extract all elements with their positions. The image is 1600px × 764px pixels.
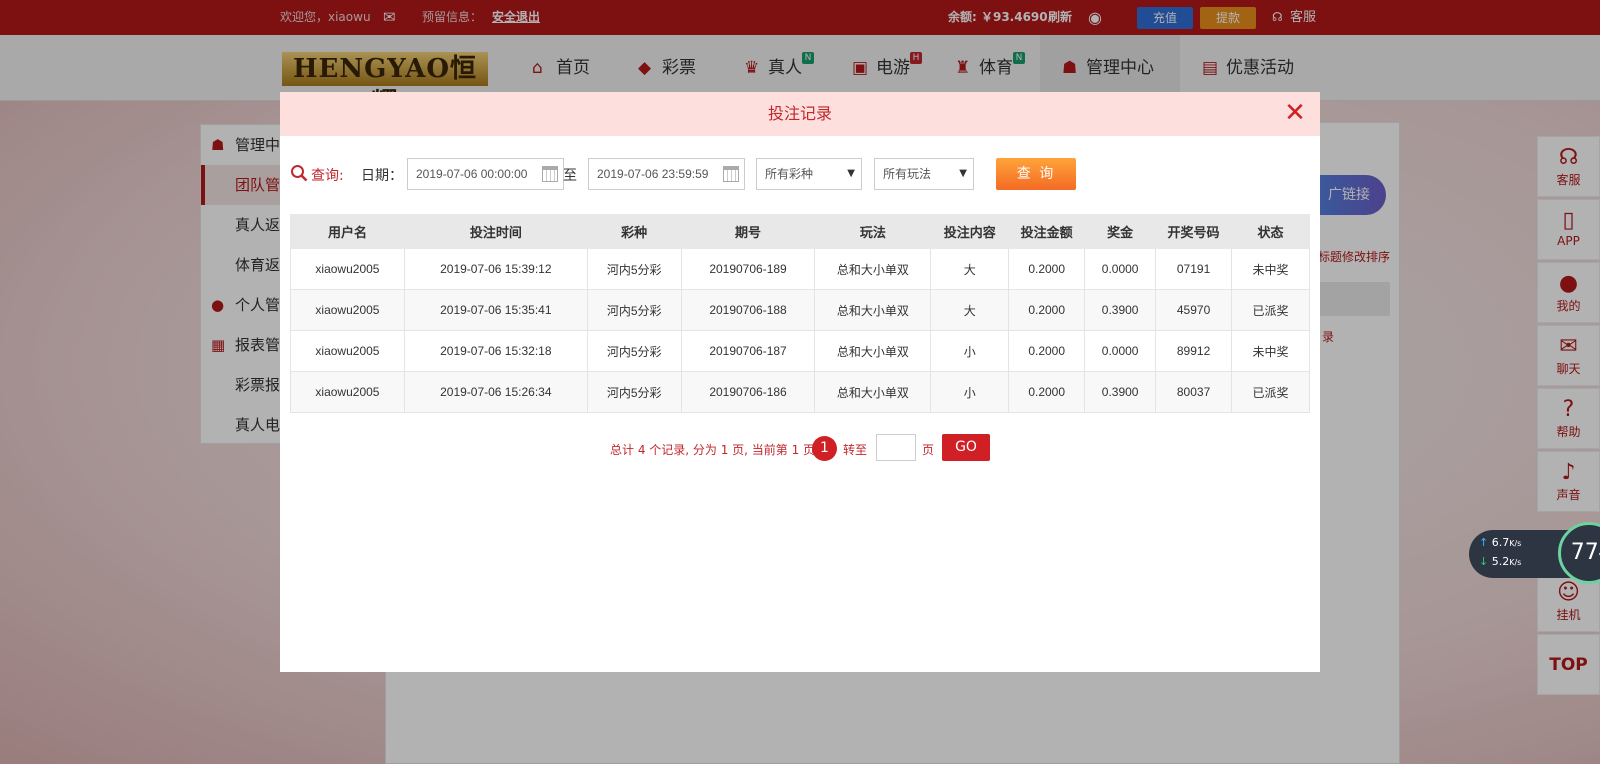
- status-badge: 已派奖: [1231, 289, 1310, 331]
- table-header-row: 用户名 投注时间 彩种 期号 玩法 投注内容 投注金额 奖金 开奖号码 状态: [290, 214, 1310, 249]
- table-row[interactable]: xiaowu2005 2019-07-06 15:35:41 河内5分彩 201907…: [290, 289, 1310, 331]
- page-1-button[interactable]: 1: [812, 436, 837, 461]
- go-button[interactable]: GO: [942, 434, 990, 461]
- table-row[interactable]: xiaowu2005 2019-07-06 15:39:12 河内5分彩 201907…: [290, 248, 1310, 290]
- modal-header: 投注记录 ✕: [280, 92, 1320, 136]
- date-from-input[interactable]: 2019-07-06 00:00:00: [407, 158, 564, 190]
- download-speed: 5.2: [1491, 555, 1510, 568]
- page-number-input[interactable]: [876, 434, 916, 461]
- calendar-icon[interactable]: [542, 166, 558, 182]
- dropdown-arrow-icon: ▼: [847, 168, 855, 179]
- upload-arrow-icon: ↑: [1479, 536, 1489, 549]
- to-label: 至: [563, 168, 577, 184]
- col-issue: 期号: [680, 214, 816, 249]
- col-username: 用户名: [290, 214, 405, 249]
- col-bet-amount: 投注金额: [1008, 214, 1086, 249]
- pagination: 总计 4 个记录, 分为 1 页, 当前第 1 页 1 转至 页 GO: [280, 434, 1320, 462]
- date-to-input[interactable]: 2019-07-06 23:59:59: [588, 158, 745, 190]
- col-play: 玩法: [814, 214, 932, 249]
- col-bet-time: 投注时间: [403, 214, 588, 249]
- dropdown-arrow-icon: ▼: [959, 168, 967, 179]
- table-row[interactable]: xiaowu2005 2019-07-06 15:32:18 河内5分彩 201907…: [290, 330, 1310, 372]
- col-prize: 奖金: [1084, 214, 1157, 249]
- close-icon[interactable]: ✕: [1282, 100, 1308, 126]
- col-bet-content: 投注内容: [930, 214, 1010, 249]
- status-badge: 未中奖: [1231, 330, 1310, 372]
- query-label: 查询:: [311, 168, 344, 184]
- col-status: 状态: [1231, 214, 1310, 249]
- table-row[interactable]: xiaowu2005 2019-07-06 15:26:34 河内5分彩 201907…: [290, 371, 1310, 413]
- date-label: 日期：: [361, 168, 403, 184]
- goto-label: 转至: [843, 443, 868, 457]
- upload-speed: 6.7: [1491, 536, 1510, 549]
- bet-records-modal: 投注记录 ✕ 查询: 日期： 2019-07-06 00:00:00 至 201…: [280, 92, 1320, 672]
- download-arrow-icon: ↓: [1479, 555, 1489, 568]
- col-lottery: 彩种: [586, 214, 682, 249]
- page-suffix: 页: [922, 443, 935, 457]
- query-button[interactable]: 查 询: [996, 158, 1076, 190]
- query-bar: 查询: 日期： 2019-07-06 00:00:00 至 2019-07-06…: [290, 158, 1310, 190]
- play-type-select[interactable]: 所有玩法 ▼: [874, 158, 974, 190]
- lottery-type-select[interactable]: 所有彩种 ▼: [756, 158, 862, 190]
- calendar-icon[interactable]: [723, 166, 739, 182]
- status-badge: 未中奖: [1231, 248, 1310, 290]
- bet-records-table: 用户名 投注时间 彩种 期号 玩法 投注内容 投注金额 奖金 开奖号码 状态 x…: [290, 214, 1310, 413]
- modal-title: 投注记录: [767, 104, 832, 123]
- pagination-summary: 总计 4 个记录, 分为 1 页, 当前第 1 页: [610, 443, 816, 457]
- status-badge: 已派奖: [1231, 371, 1310, 413]
- col-draw-number: 开奖号码: [1155, 214, 1233, 249]
- search-icon: [291, 165, 308, 182]
